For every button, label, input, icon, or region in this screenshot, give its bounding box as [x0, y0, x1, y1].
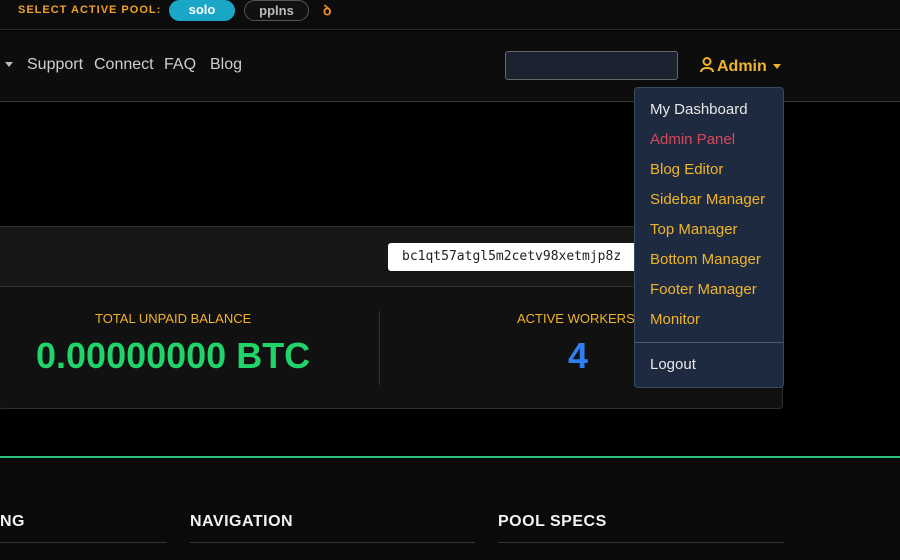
menu-divider	[635, 342, 783, 343]
menu-item-top-manager[interactable]: Top Manager	[650, 221, 738, 238]
menu-item-logout[interactable]: Logout	[650, 356, 696, 373]
user-dropdown-menu: My Dashboard Admin Panel Blog Editor Sid…	[634, 87, 784, 388]
pool-selector-label: SELECT ACTIVE POOL:	[18, 4, 162, 16]
pool-option-pplns[interactable]: pplns	[244, 0, 309, 21]
footer-heading-partial: NG	[0, 513, 25, 530]
menu-item-blog-editor[interactable]: Blog Editor	[650, 161, 723, 178]
menu-item-sidebar-manager[interactable]: Sidebar Manager	[650, 191, 765, 208]
chevron-down-icon	[772, 64, 781, 70]
pool-selector-bar: SELECT ACTIVE POOL: solo pplns ꝺ	[0, 0, 900, 30]
site-footer: NG NAVIGATION POOL SPECS	[0, 458, 900, 560]
footer-heading-navigation: NAVIGATION	[190, 513, 294, 530]
menu-item-my-dashboard[interactable]: My Dashboard	[650, 101, 748, 118]
nav-link-faq[interactable]: FAQ	[164, 56, 196, 74]
menu-item-bottom-manager[interactable]: Bottom Manager	[650, 251, 761, 268]
user-icon	[700, 57, 714, 72]
menu-item-footer-manager[interactable]: Footer Manager	[650, 281, 757, 298]
stat-label-active-workers: ACTIVE WORKERS	[517, 311, 635, 326]
user-menu-toggle[interactable]: Admin	[700, 57, 781, 76]
wallet-address-display[interactable]: bc1qt57atgl5m2cetv98xetmjp8z	[388, 243, 648, 271]
user-menu-label: Admin	[717, 58, 767, 75]
stat-value-unpaid-balance: 0.00000000 BTC	[36, 335, 311, 376]
footer-divider	[498, 542, 784, 543]
stat-divider	[379, 311, 380, 385]
nav-link-support[interactable]: Support	[27, 56, 83, 74]
footer-heading-pool-specs: POOL SPECS	[498, 513, 607, 530]
menu-item-admin-panel[interactable]: Admin Panel	[650, 131, 735, 148]
search-input[interactable]	[505, 51, 678, 80]
footer-divider	[0, 542, 167, 543]
footer-divider	[190, 542, 475, 543]
pool-option-solo[interactable]: solo	[169, 0, 235, 21]
nav-link-blog[interactable]: Blog	[210, 56, 242, 74]
chevron-down-icon[interactable]	[5, 62, 13, 67]
stat-value-active-workers: 4	[568, 335, 589, 376]
nav-link-connect[interactable]: Connect	[94, 56, 154, 74]
menu-item-monitor[interactable]: Monitor	[650, 311, 700, 328]
stat-label-unpaid-balance: TOTAL UNPAID BALANCE	[95, 311, 252, 326]
brand-logo-icon[interactable]: ꝺ	[323, 1, 331, 20]
